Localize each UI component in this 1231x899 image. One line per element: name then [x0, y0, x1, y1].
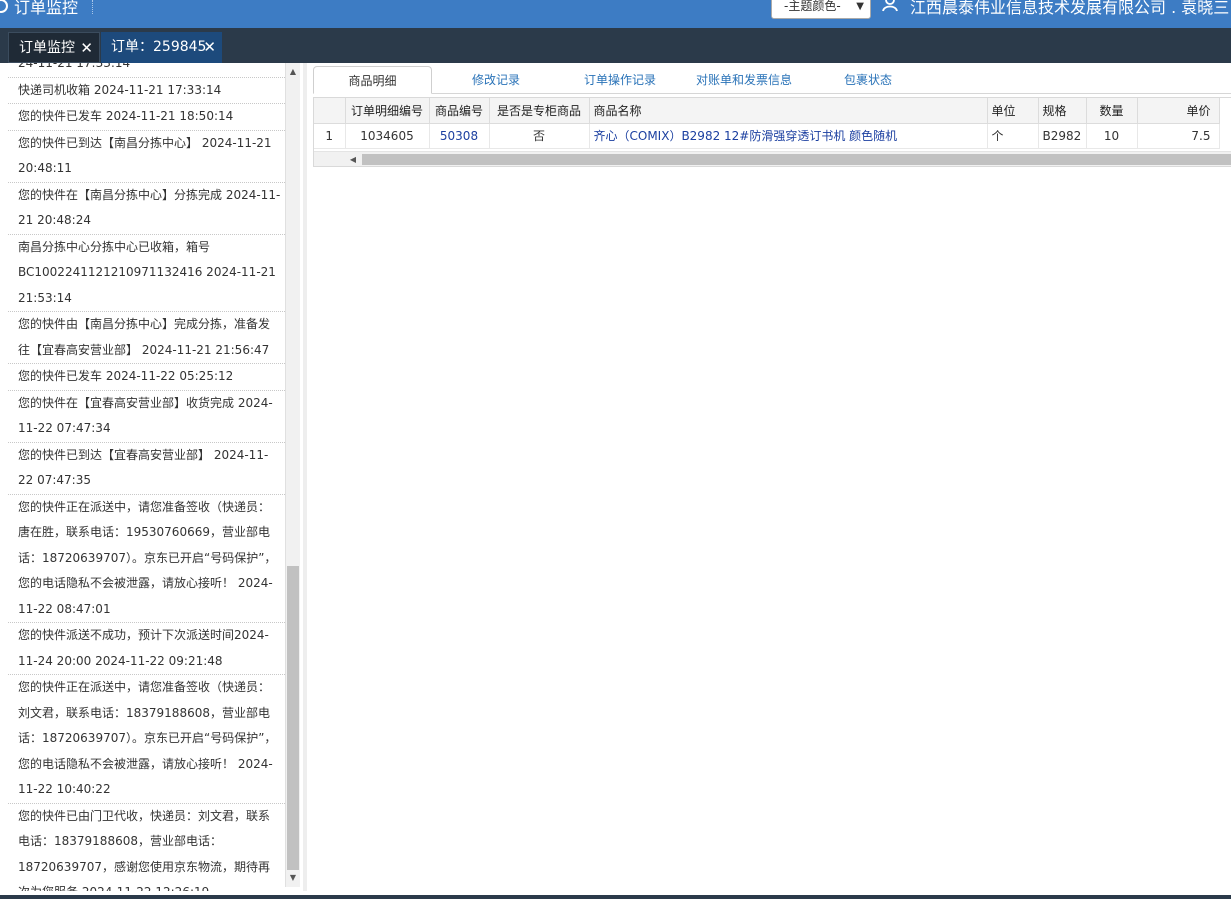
- subtab-product-details[interactable]: 商品明细: [313, 66, 432, 94]
- close-icon[interactable]: ✕: [203, 32, 216, 63]
- scroll-left-icon[interactable]: ◀: [346, 152, 360, 167]
- cell-rownum: 1: [314, 123, 346, 149]
- subtab-modify-records[interactable]: 修改记录: [441, 66, 551, 94]
- tab-label: 订单监控: [19, 40, 75, 56]
- scrollbar-thumb[interactable]: [362, 154, 1231, 165]
- scroll-up-icon[interactable]: ▲: [286, 65, 300, 79]
- col-header-rownum: [314, 98, 346, 124]
- user-icon[interactable]: [880, 0, 900, 14]
- table-header-row: 订单明细编号 商品编号 是否是专柜商品 商品名称 单位 规格 数量 单价: [314, 98, 1220, 124]
- theme-select-value: -主题颜色-: [784, 0, 841, 13]
- subtab-package-status[interactable]: 包裹状态: [823, 66, 913, 94]
- col-header-detail-id[interactable]: 订单明细编号: [345, 98, 430, 124]
- tracking-item: 您的快件由【南昌分拣中心】完成分拣，准备发往【宜春高安营业部】 2024-11-…: [8, 312, 285, 364]
- scrollbar-thumb[interactable]: [287, 566, 299, 870]
- tracking-item: 您的快件已到达【宜春高安营业部】 2024-11-22 07:47:35: [8, 443, 285, 495]
- col-header-unit[interactable]: 单位: [987, 98, 1039, 124]
- close-icon[interactable]: ✕: [80, 33, 93, 64]
- col-header-product-id[interactable]: 商品编号: [429, 98, 490, 124]
- cell-detail-id: 1034605: [345, 123, 430, 149]
- col-header-counter-product[interactable]: 是否是专柜商品: [489, 98, 590, 124]
- tab-label: 订单：259845: [111, 39, 207, 55]
- tracking-item: 您的快件已发车 2024-11-21 18:50:14: [8, 104, 285, 131]
- header-separator: [92, 0, 93, 14]
- tracking-item: 您的快件派送不成功，预计下次派送时间2024-11-24 20:00 2024-…: [8, 623, 285, 675]
- tracking-list: 24-11-21 17:33:14 快递司机收箱 2024-11-21 17:3…: [8, 63, 285, 891]
- tracking-item: 您的快件已由门卫代收，快递员：刘文君，联系电话：18379188608，营业部电…: [8, 804, 285, 892]
- product-detail-grid: 订单明细编号 商品编号 是否是专柜商品 商品名称 单位 规格 数量 单价 1 1…: [313, 97, 1231, 167]
- chevron-down-icon: ▼: [856, 1, 864, 12]
- tracking-item: 快递司机收箱 2024-11-21 17:33:14: [8, 78, 285, 104]
- tracking-item: 您的快件正在派送中，请您准备签收（快递员：刘文君，联系电话：1837918860…: [8, 675, 285, 804]
- cell-unit: 个: [987, 123, 1039, 149]
- col-header-unit-price[interactable]: 单价: [1137, 98, 1220, 124]
- col-header-spec[interactable]: 规格: [1038, 98, 1087, 124]
- order-detail-content: 商品明细 修改记录 订单操作记录 对账单和发票信息 包裹状态 订单明细编号 商品…: [313, 63, 1231, 891]
- table-row[interactable]: 1 1034605 50308 否 齐心（COMIX）B2982 12#防滑强穿…: [314, 123, 1220, 149]
- top-header-bar: 订单监控 -主题颜色- ▼ 江西晨泰伟业信息技术发展有限公司 . 袁晓三: [0, 0, 1231, 28]
- cell-product-id-link[interactable]: 50308: [429, 123, 490, 149]
- tracking-item: 您的快件已发车 2024-11-22 05:25:12: [8, 364, 285, 391]
- tracking-item: 南昌分拣中心分拣中心已收箱，箱号BC1002241121210971132416…: [8, 235, 285, 312]
- detail-subtabs: 商品明细 修改记录 订单操作记录 对账单和发票信息 包裹状态: [313, 66, 1231, 94]
- grid-horizontal-scrollbar[interactable]: ◀: [314, 151, 1231, 166]
- tab-order-detail[interactable]: 订单：259845 ✕: [101, 32, 222, 63]
- tracking-item: 24-11-21 17:33:14: [8, 63, 285, 78]
- cell-quantity: 10: [1086, 123, 1138, 149]
- tracking-item: 您的快件在【南昌分拣中心】分拣完成 2024-11-21 20:48:24: [8, 183, 285, 235]
- bottom-border: [0, 895, 1231, 899]
- subtab-order-operation-records[interactable]: 订单操作记录: [565, 66, 675, 94]
- tracking-scrollbar[interactable]: ▲ ▼: [285, 63, 300, 887]
- theme-color-select[interactable]: -主题颜色- ▼: [771, 0, 871, 19]
- tracking-item: 您的快件正在派送中，请您准备签收（快递员：唐在胜，联系电话：1953076066…: [8, 495, 285, 623]
- panel-splitter[interactable]: [303, 63, 307, 891]
- tracking-item: 您的快件在【宜春高安营业部】收货完成 2024-11-22 07:47:34: [8, 391, 285, 443]
- app-title: 订单监控: [14, 0, 79, 17]
- eye-icon: [0, 0, 8, 13]
- page-tab-strip: 订单监控 ✕ 订单：259845 ✕: [0, 28, 1231, 63]
- tracking-item: 您的快件已到达【南昌分拣中心】 2024-11-21 20:48:11: [8, 131, 285, 183]
- cell-spec: B2982: [1038, 123, 1087, 149]
- tracking-panel: 24-11-21 17:33:14 快递司机收箱 2024-11-21 17:3…: [8, 63, 300, 891]
- scroll-down-icon[interactable]: ▼: [286, 871, 300, 885]
- cell-counter-product: 否: [489, 123, 590, 149]
- company-user-name[interactable]: 江西晨泰伟业信息技术发展有限公司 . 袁晓三: [910, 0, 1229, 18]
- product-table: 订单明细编号 商品编号 是否是专柜商品 商品名称 单位 规格 数量 单价 1 1…: [314, 98, 1220, 149]
- cell-product-name-link[interactable]: 齐心（COMIX）B2982 12#防滑强穿透订书机 颜色随机: [589, 123, 988, 149]
- subtab-statement-invoice[interactable]: 对账单和发票信息: [683, 66, 805, 94]
- tab-order-monitor[interactable]: 订单监控 ✕: [8, 32, 100, 63]
- app-brand: 订单监控: [0, 0, 78, 18]
- col-header-product-name[interactable]: 商品名称: [589, 98, 988, 124]
- col-header-quantity[interactable]: 数量: [1086, 98, 1138, 124]
- cell-unit-price: 7.5: [1137, 123, 1220, 149]
